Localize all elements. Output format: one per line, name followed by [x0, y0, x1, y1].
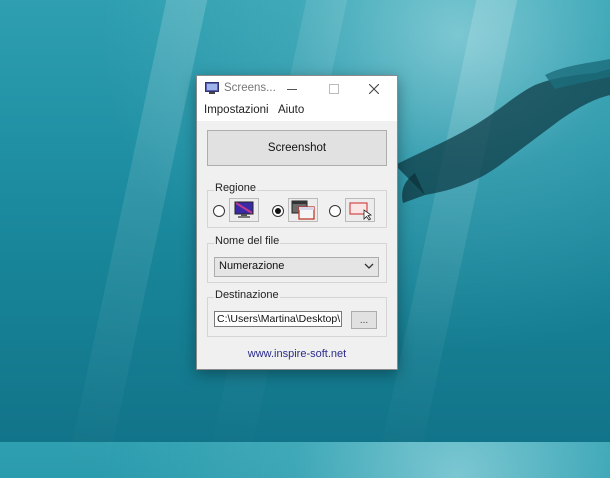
menu-aiuto[interactable]: Aiuto	[278, 104, 304, 116]
destinazione-group: Destinazione C:\Users\Martina\Desktop\ .…	[207, 289, 387, 337]
regione-group: Regione	[207, 182, 387, 228]
maximize-button[interactable]	[317, 76, 351, 102]
website-link[interactable]: www.inspire-soft.net	[197, 348, 397, 360]
app-camera-icon	[205, 82, 219, 94]
light-ray	[66, 0, 214, 478]
menu-impostazioni[interactable]: Impostazioni	[204, 104, 269, 116]
destination-path-input[interactable]: C:\Users\Martina\Desktop\	[214, 311, 342, 327]
destinazione-label: Destinazione	[214, 289, 280, 301]
region-select-icon[interactable]	[345, 198, 375, 222]
minimize-icon	[287, 88, 297, 90]
close-icon	[369, 84, 379, 94]
fullscreen-monitor-icon[interactable]	[229, 198, 259, 222]
window-capture-icon[interactable]	[288, 198, 318, 222]
browse-button[interactable]: ...	[351, 311, 377, 329]
radio-window[interactable]	[272, 205, 284, 217]
minimize-button[interactable]	[275, 76, 309, 102]
radio-selected-dot	[275, 208, 281, 214]
chevron-down-icon	[364, 263, 374, 269]
regione-label: Regione	[214, 182, 257, 194]
title-bar[interactable]: Screens...	[197, 76, 397, 102]
close-button[interactable]	[357, 76, 391, 102]
swimmer-image	[395, 59, 610, 203]
nome-file-label: Nome del file	[214, 235, 281, 247]
menu-bar: Impostazioni Aiuto	[197, 102, 397, 121]
radio-region[interactable]	[329, 205, 341, 217]
screenshot-app-window: Screens... Impostazioni Aiuto Screenshot…	[196, 75, 398, 370]
radio-fullscreen[interactable]	[213, 205, 225, 217]
screenshot-button[interactable]: Screenshot	[207, 130, 387, 166]
maximize-icon	[329, 84, 339, 94]
window-title: Screens...	[224, 82, 276, 94]
nome-file-group: Nome del file Numerazione	[207, 235, 387, 283]
filename-mode-dropdown[interactable]: Numerazione	[214, 257, 379, 277]
filename-mode-value: Numerazione	[219, 260, 285, 272]
